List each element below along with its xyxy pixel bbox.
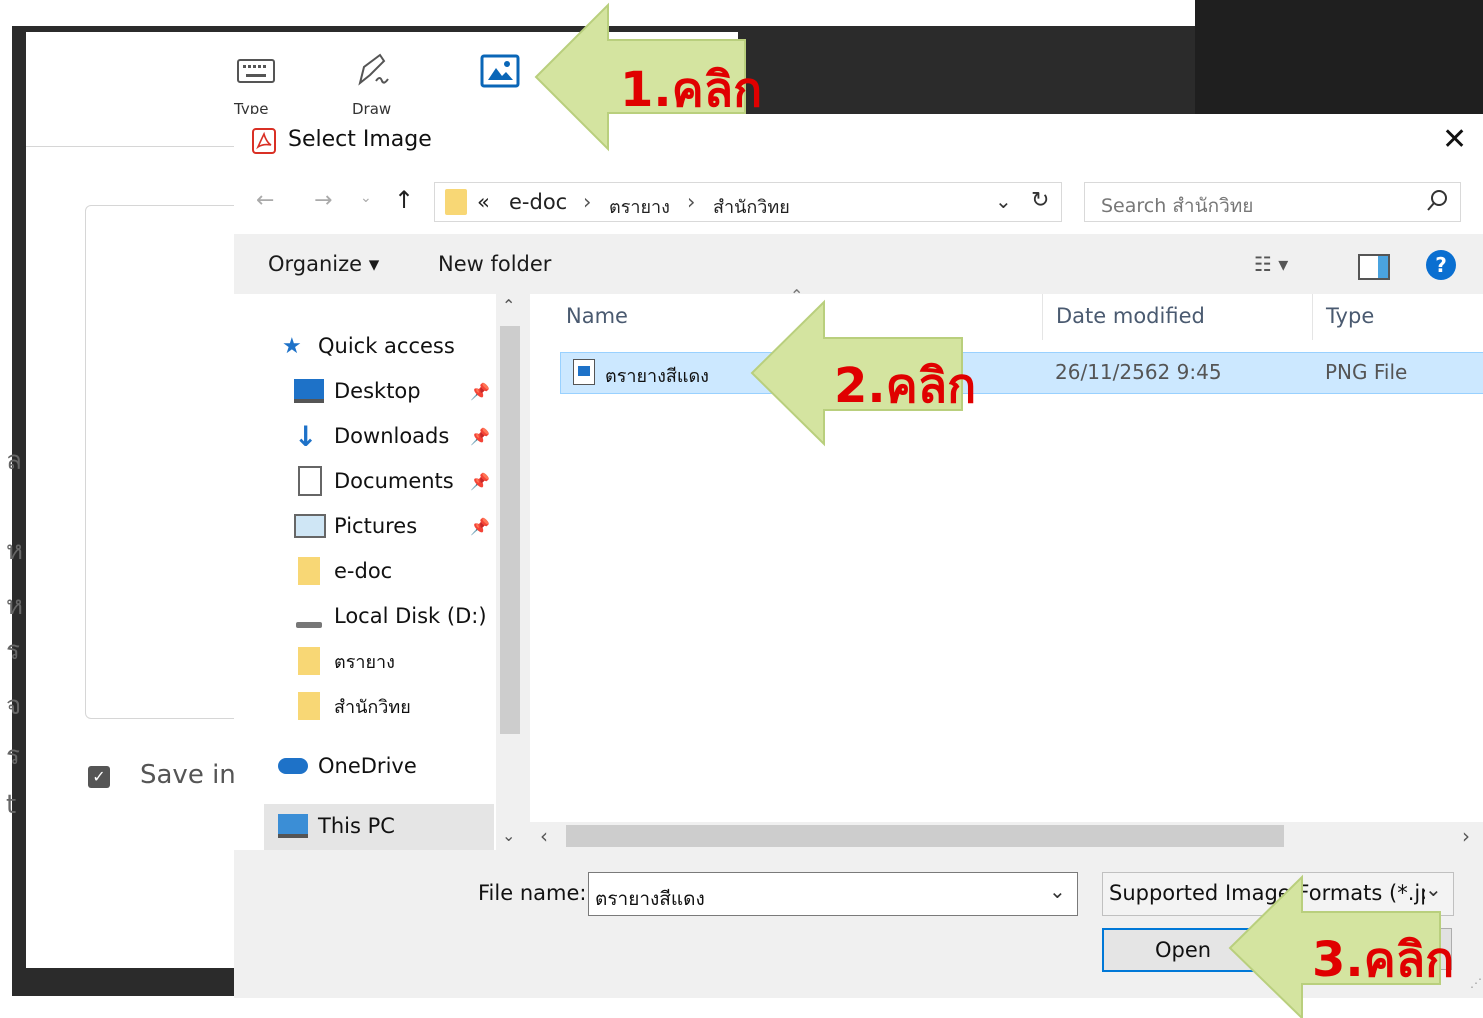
annotation-label-3: 3.คลิก — [1312, 932, 1455, 988]
annotation-layer — [534, 2, 1441, 1018]
annotation-label-2: 2.คลิก — [834, 358, 977, 414]
annotation-label-1: 1.คลิก — [620, 62, 763, 118]
